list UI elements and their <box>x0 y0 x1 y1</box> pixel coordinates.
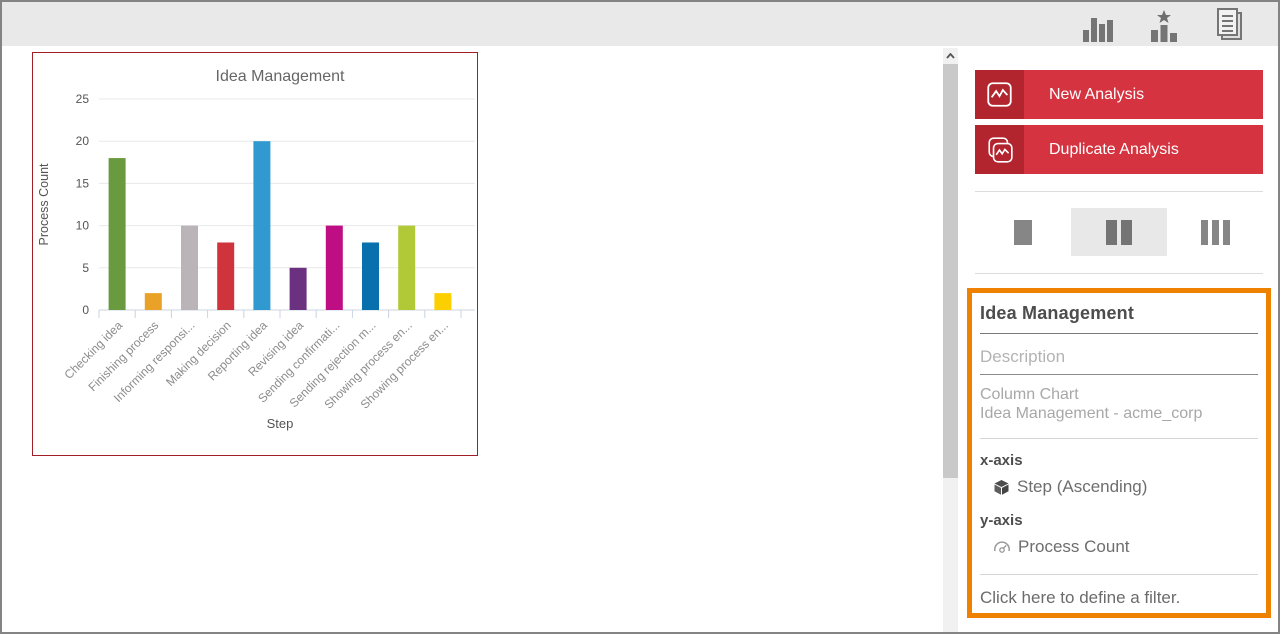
dimension-cube-icon <box>994 479 1009 495</box>
divider <box>975 273 1263 274</box>
bar-9[interactable] <box>434 293 452 310</box>
y-axis-field[interactable]: Process Count <box>993 537 1258 557</box>
bar-0[interactable] <box>108 158 126 310</box>
y-axis-value: Process Count <box>1018 537 1130 556</box>
x-axis-value: Step (Ascending) <box>1017 477 1148 496</box>
report-icon[interactable] <box>1210 8 1250 42</box>
column-chart-icon[interactable] <box>1078 8 1118 42</box>
layout-two-columns-button[interactable] <box>1071 208 1167 256</box>
bar-5[interactable] <box>289 267 307 310</box>
description-input[interactable] <box>980 347 1258 375</box>
layout-one-column-button[interactable] <box>975 208 1071 256</box>
svg-text:5: 5 <box>82 261 89 275</box>
right-panel: New Analysis Duplicate Analysis Idea Man… <box>958 46 1278 632</box>
bar-6[interactable] <box>325 225 343 310</box>
analysis-icon <box>975 70 1024 119</box>
new-analysis-button[interactable]: New Analysis <box>975 70 1263 119</box>
y-axis-heading: y-axis <box>980 512 1023 529</box>
divider <box>980 574 1258 575</box>
bar-3[interactable] <box>217 242 235 310</box>
analysis-canvas: Idea Management 0 5 10 15 20 25 Checking idea Fi… <box>2 46 1278 632</box>
x-axis-heading: x-axis <box>980 452 1023 469</box>
x-axis-field[interactable]: Step (Ascending) <box>993 477 1258 497</box>
analysis-meta: Column Chart Idea Management - acme_corp <box>980 385 1258 423</box>
data-source-label: Idea Management - acme_corp <box>980 405 1203 422</box>
measure-gauge-icon <box>994 541 1010 553</box>
toolbar-icon-group <box>1078 8 1250 42</box>
vertical-scrollbar[interactable] <box>943 48 958 632</box>
layout-three-columns-button[interactable] <box>1167 208 1263 256</box>
bar-2[interactable] <box>181 225 198 310</box>
chart-tile-idea-management[interactable]: Idea Management 0 5 10 15 20 25 Checking idea Fi… <box>32 52 478 456</box>
scrollbar-thumb[interactable] <box>943 64 958 478</box>
bar-8[interactable] <box>398 225 416 310</box>
duplicate-analysis-icon <box>975 125 1024 174</box>
svg-text:Step: Step <box>267 416 294 431</box>
column-chart: Idea Management0510152025Checking ideaFi… <box>37 68 475 431</box>
svg-text:Idea Management: Idea Management <box>216 68 346 85</box>
svg-text:15: 15 <box>76 176 90 190</box>
divider <box>980 438 1258 439</box>
duplicate-analysis-button[interactable]: Duplicate Analysis <box>975 125 1263 174</box>
svg-text:0: 0 <box>82 303 89 317</box>
ranking-icon[interactable] <box>1144 8 1184 42</box>
define-filter-link[interactable]: Click here to define a filter. <box>980 588 1258 608</box>
layout-toggle-group <box>975 208 1263 256</box>
bar-1[interactable] <box>144 293 162 310</box>
divider <box>975 191 1263 192</box>
svg-text:25: 25 <box>76 92 90 106</box>
svg-text:Process Count: Process Count <box>37 163 51 246</box>
analysis-properties-panel: Idea Management Column Chart Idea Manage… <box>967 288 1271 618</box>
duplicate-analysis-label: Duplicate Analysis <box>1024 125 1263 174</box>
bar-7[interactable] <box>362 242 379 310</box>
bar-4[interactable] <box>253 141 271 310</box>
svg-text:10: 10 <box>76 219 90 233</box>
new-analysis-label: New Analysis <box>1024 70 1263 119</box>
scroll-up-arrow-icon[interactable] <box>943 48 958 63</box>
chart-type-label: Column Chart <box>980 386 1079 403</box>
analysis-title[interactable]: Idea Management <box>980 303 1258 334</box>
toolbar <box>2 2 1278 46</box>
app-window: Idea Management 0 5 10 15 20 25 Checking idea Fi… <box>0 0 1280 634</box>
svg-text:20: 20 <box>76 134 90 148</box>
x-tick-label: Making decision <box>163 318 234 389</box>
